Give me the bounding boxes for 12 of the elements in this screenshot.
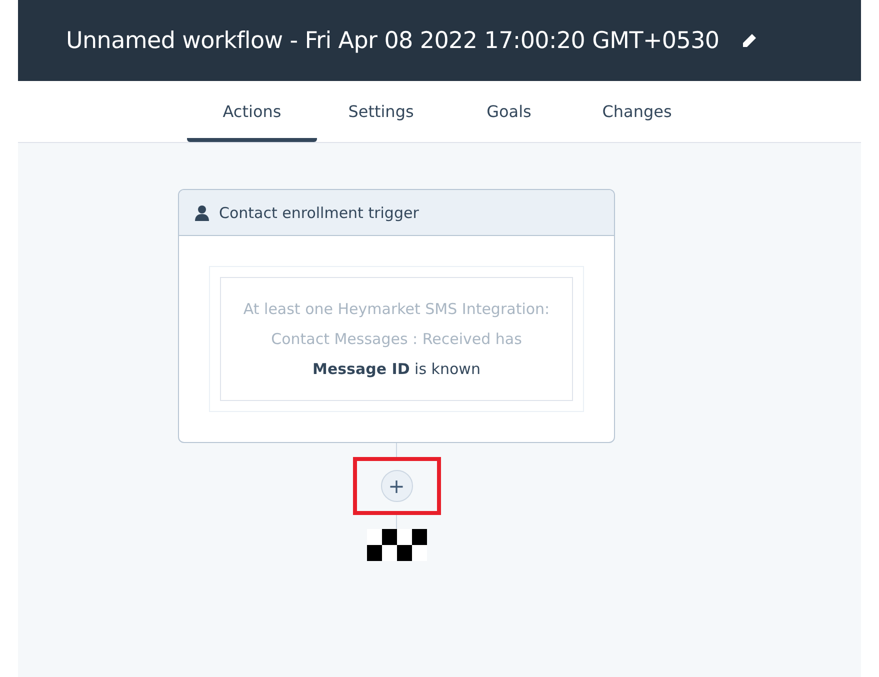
- pencil-icon[interactable]: [741, 32, 758, 48]
- tab[interactable]: Changes: [573, 81, 701, 142]
- tab[interactable]: Settings: [317, 81, 445, 142]
- tab[interactable]: Goals: [445, 81, 573, 142]
- person-icon: [195, 204, 209, 220]
- add-action-button[interactable]: +: [380, 470, 412, 502]
- card-title: Contact enrollment trigger: [219, 204, 419, 222]
- finish-flag-icon: [366, 529, 426, 561]
- condition-text: Message ID is known: [312, 360, 480, 378]
- trigger-card[interactable]: Contact enrollment trigger At least one Heymarket SMS Integration: Contact Messages : Received has Message ID is known: [178, 189, 615, 443]
- criteria-text: At least one Heymarket SMS Integration: Contact Messages : Received has: [242, 299, 551, 350]
- workflow-title: Unnamed workflow - Fri Apr 08 2022 17:00:20 GMT+0530: [66, 28, 720, 54]
